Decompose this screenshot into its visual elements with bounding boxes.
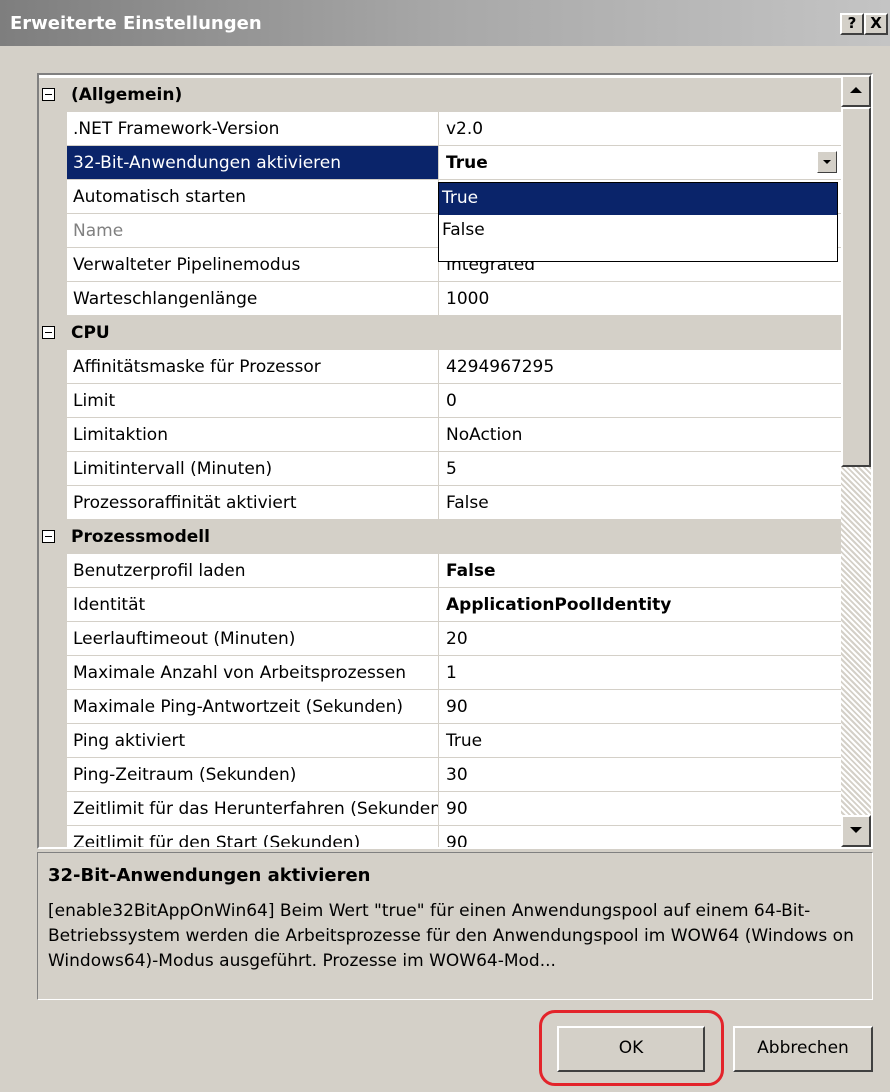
property-value[interactable]: 30: [439, 758, 841, 792]
property-name: Leerlauftimeout (Minuten): [67, 622, 439, 656]
property-row[interactable]: Limit 0: [39, 384, 841, 418]
property-row[interactable]: Benutzerprofil laden False: [39, 554, 841, 588]
collapse-icon[interactable]: [42, 88, 55, 101]
description-text: [enable32BitAppOnWin64] Beim Wert "true"…: [48, 901, 854, 971]
property-name: Ping-Zeitraum (Sekunden): [67, 758, 439, 792]
property-grid: (Allgemein) .NET Framework-Version v2.0 …: [37, 73, 873, 849]
property-value[interactable]: False: [439, 554, 841, 588]
property-row[interactable]: Zeitlimit für den Start (Sekunden) 90: [39, 826, 841, 847]
property-value[interactable]: 0: [439, 384, 841, 418]
property-row[interactable]: Prozessoraffinität aktiviert False: [39, 486, 841, 520]
property-value[interactable]: False: [439, 486, 841, 520]
property-value[interactable]: ApplicationPoolIdentity: [439, 588, 841, 622]
combobox-value: True: [446, 153, 488, 173]
property-name: Ping aktiviert: [67, 724, 439, 758]
property-value[interactable]: 90: [439, 690, 841, 724]
category-label: (Allgemein): [71, 85, 183, 105]
chevron-down-icon[interactable]: [817, 151, 837, 173]
category-cpu[interactable]: CPU: [39, 316, 841, 350]
property-value-combobox[interactable]: True: [439, 146, 841, 180]
scroll-up-icon[interactable]: [841, 75, 871, 107]
property-name: Benutzerprofil laden: [67, 554, 439, 588]
vertical-scrollbar[interactable]: [841, 75, 871, 847]
dropdown-option-false[interactable]: False: [439, 215, 837, 247]
category-process-model[interactable]: Prozessmodell: [39, 520, 841, 554]
property-name: Name: [67, 214, 439, 248]
scrollbar-thumb[interactable]: [841, 107, 871, 467]
property-row[interactable]: Maximale Ping-Antwortzeit (Sekunden) 90: [39, 690, 841, 724]
property-name: Automatisch starten: [67, 180, 439, 214]
property-value[interactable]: 4294967295: [439, 350, 841, 384]
property-name: 32-Bit-Anwendungen aktivieren: [67, 146, 439, 180]
category-general[interactable]: (Allgemein): [39, 78, 841, 112]
property-name: Zeitlimit für das Herunterfahren (Sekund…: [67, 792, 439, 826]
category-label: Prozessmodell: [71, 527, 210, 547]
category-label: CPU: [71, 323, 110, 343]
property-row[interactable]: Limitaktion NoAction: [39, 418, 841, 452]
property-name: Limit: [67, 384, 439, 418]
property-row[interactable]: Limitintervall (Minuten) 5: [39, 452, 841, 486]
property-value[interactable]: v2.0: [439, 112, 841, 146]
description-title: 32-Bit-Anwendungen aktivieren: [48, 865, 371, 886]
property-value[interactable]: 5: [439, 452, 841, 486]
property-name: Zeitlimit für den Start (Sekunden): [67, 826, 439, 847]
close-button[interactable]: X: [864, 13, 888, 35]
property-name: Maximale Anzahl von Arbeitsprozessen: [67, 656, 439, 690]
property-row[interactable]: .NET Framework-Version v2.0: [39, 112, 841, 146]
property-value[interactable]: 20: [439, 622, 841, 656]
property-row-selected[interactable]: 32-Bit-Anwendungen aktivieren True: [39, 146, 841, 180]
property-value[interactable]: 1: [439, 656, 841, 690]
property-row[interactable]: Affinitätsmaske für Prozessor 4294967295: [39, 350, 841, 384]
property-row[interactable]: Leerlauftimeout (Minuten) 20: [39, 622, 841, 656]
description-pane: 32-Bit-Anwendungen aktivieren [enable32B…: [37, 852, 873, 1000]
property-value[interactable]: True: [439, 724, 841, 758]
help-button[interactable]: ?: [840, 13, 864, 35]
property-name: Limitintervall (Minuten): [67, 452, 439, 486]
property-value[interactable]: 1000: [439, 282, 841, 316]
property-value[interactable]: 90: [439, 826, 841, 847]
property-row[interactable]: Ping-Zeitraum (Sekunden) 30: [39, 758, 841, 792]
property-name: Affinitätsmaske für Prozessor: [67, 350, 439, 384]
property-name: Warteschlangenlänge: [67, 282, 439, 316]
property-name: Identität: [67, 588, 439, 622]
cancel-button[interactable]: Abbrechen: [733, 1026, 873, 1072]
dropdown-option-true[interactable]: True: [439, 183, 837, 215]
ok-button[interactable]: OK: [557, 1026, 705, 1072]
property-row[interactable]: Maximale Anzahl von Arbeitsprozessen 1: [39, 656, 841, 690]
property-value[interactable]: 90: [439, 792, 841, 826]
scroll-down-icon[interactable]: [841, 815, 871, 847]
property-row[interactable]: Ping aktiviert True: [39, 724, 841, 758]
property-row[interactable]: Zeitlimit für das Herunterfahren (Sekund…: [39, 792, 841, 826]
dropdown-list: True False: [438, 182, 838, 262]
property-name: Maximale Ping-Antwortzeit (Sekunden): [67, 690, 439, 724]
property-row[interactable]: Identität ApplicationPoolIdentity: [39, 588, 841, 622]
property-name: .NET Framework-Version: [67, 112, 439, 146]
collapse-icon[interactable]: [42, 326, 55, 339]
title-bar: Erweiterte Einstellungen ? X: [0, 0, 890, 46]
window-title: Erweiterte Einstellungen: [10, 13, 262, 34]
property-name: Prozessoraffinität aktiviert: [67, 486, 439, 520]
collapse-icon[interactable]: [42, 530, 55, 543]
property-name: Limitaktion: [67, 418, 439, 452]
property-value[interactable]: NoAction: [439, 418, 841, 452]
property-row[interactable]: Warteschlangenlänge 1000: [39, 282, 841, 316]
property-name: Verwalteter Pipelinemodus: [67, 248, 439, 282]
